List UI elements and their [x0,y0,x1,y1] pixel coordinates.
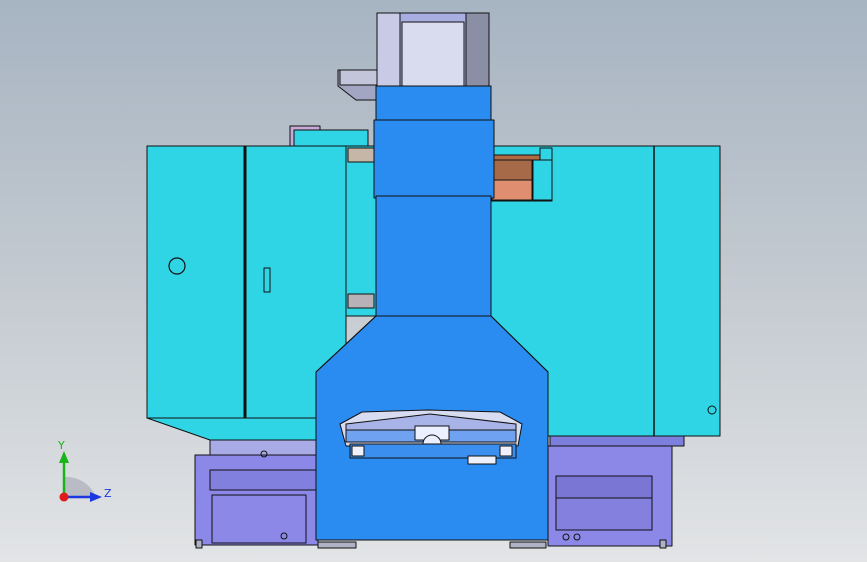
z-axis-label: Z [104,487,112,500]
y-axis-label: Y [57,439,65,452]
machine-model[interactable] [0,0,867,562]
work-table[interactable] [339,409,523,465]
coordinate-triad: Y Z [57,439,112,502]
tool-magazine-window [489,147,553,202]
cad-graphics-viewport[interactable]: Y Z [0,0,867,562]
